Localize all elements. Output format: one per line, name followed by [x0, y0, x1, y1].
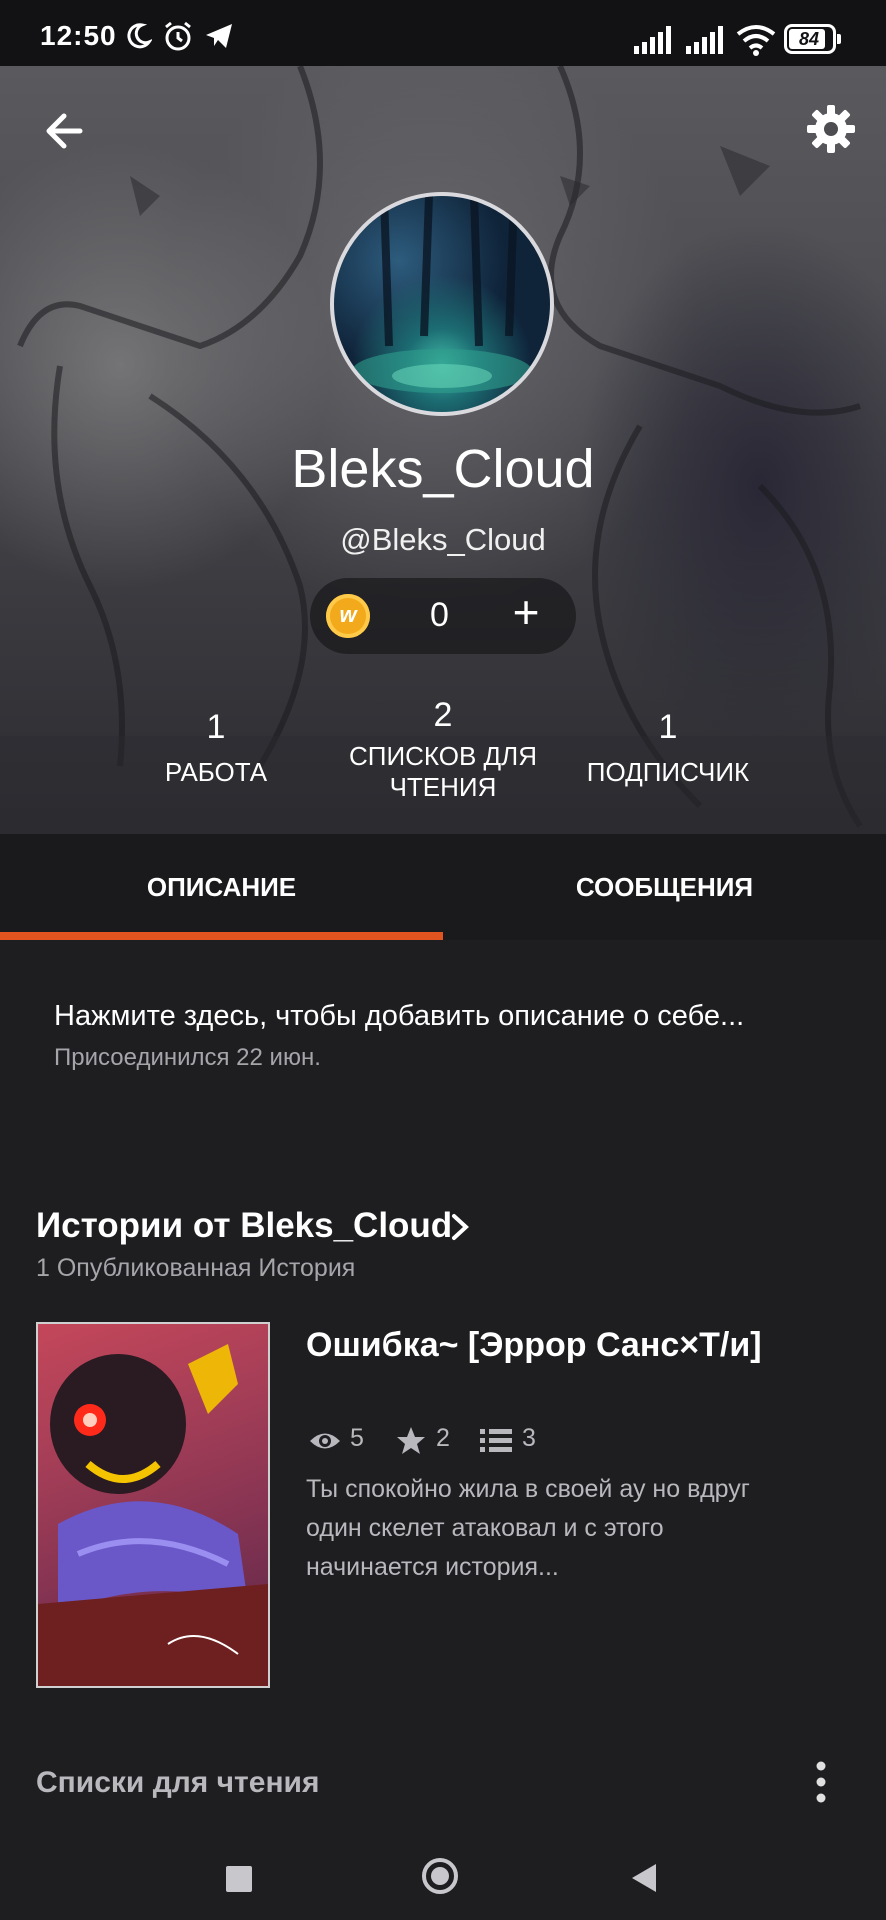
eye-icon — [310, 1433, 340, 1449]
stat-works[interactable]: 1 РАБОТА — [136, 708, 296, 788]
chevron-right-icon[interactable] — [448, 1212, 472, 1242]
gear-icon[interactable] — [804, 102, 858, 156]
arrow-left-icon[interactable] — [40, 106, 90, 156]
coin-icon: w — [326, 594, 370, 638]
system-navigation-bar — [0, 1836, 886, 1920]
story-cover[interactable] — [36, 1322, 270, 1688]
stat-reading-lists-value: 2 — [433, 696, 453, 734]
tab-description[interactable]: ОПИСАНИЕ — [0, 834, 443, 940]
add-coins-button[interactable]: + — [500, 586, 552, 638]
stories-count: 1 Опубликованная История — [36, 1254, 356, 1282]
active-tab-indicator — [0, 932, 443, 940]
story-views: 5 — [350, 1424, 364, 1452]
story-votes: 2 — [436, 1424, 450, 1452]
story-cover-art — [38, 1344, 268, 1686]
back-icon[interactable] — [628, 1862, 658, 1894]
coins-pill: w 0 + — [310, 578, 576, 654]
avatar[interactable] — [330, 192, 554, 416]
telegram-icon — [206, 24, 232, 48]
stories-section-title[interactable]: Истории от Bleks_Cloud — [36, 1206, 452, 1246]
stat-works-value: 1 — [206, 708, 226, 746]
stat-reading-lists-label-line2: ЧТЕНИЯ — [389, 772, 497, 802]
add-description-prompt[interactable]: Нажмите здесь, чтобы добавить описание о… — [54, 1000, 744, 1033]
more-options-icon[interactable] — [806, 1760, 836, 1804]
stat-followers-label: ПОДПИСЧИК — [586, 757, 750, 787]
recent-apps-icon[interactable] — [226, 1866, 252, 1892]
home-icon[interactable] — [422, 1858, 458, 1894]
status-bar: 12:50 84 — [0, 0, 886, 66]
profile-header: Bleks_Cloud @Bleks_Cloud w 0 + 1 РАБОТА … — [0, 66, 886, 834]
story-parts: 3 — [522, 1424, 536, 1452]
moon-icon — [127, 23, 152, 49]
story-title[interactable]: Ошибка~ [Эррор Санс×Т/и] — [306, 1324, 826, 1366]
signal-icon — [686, 26, 723, 54]
stat-reading-lists[interactable]: 2 СПИСКОВ ДЛЯ ЧТЕНИЯ — [330, 696, 556, 803]
coin-count: 0 — [430, 596, 449, 634]
star-icon — [397, 1427, 425, 1454]
joined-date: Присоединился 22 июн. — [54, 1044, 321, 1071]
avatar-forest-image — [352, 196, 532, 393]
profile-username: Bleks_Cloud — [291, 439, 595, 499]
signal-icon — [634, 26, 671, 54]
profile-handle: @Bleks_Cloud — [340, 522, 546, 557]
profile-tabs: ОПИСАНИЕ СООБЩЕНИЯ — [0, 834, 886, 940]
stat-works-label: РАБОТА — [164, 757, 268, 787]
status-time: 12:50 — [40, 20, 117, 51]
stat-reading-lists-label-line1: СПИСКОВ ДЛЯ — [348, 741, 538, 771]
wifi-icon — [736, 25, 776, 56]
tab-messages[interactable]: СООБЩЕНИЯ — [443, 834, 886, 940]
list-icon — [480, 1429, 512, 1452]
stat-followers-value: 1 — [658, 708, 678, 746]
story-description: Ты спокойно жила в своей ау но вдруг оди… — [306, 1475, 750, 1581]
battery-level: 84 — [798, 29, 820, 49]
reading-lists-title: Списки для чтения — [36, 1766, 320, 1799]
coin-icon-letter: w — [339, 602, 357, 627]
stat-followers[interactable]: 1 ПОДПИСЧИК — [578, 708, 758, 788]
alarm-icon — [165, 21, 191, 51]
battery-icon: 84 — [784, 24, 841, 54]
